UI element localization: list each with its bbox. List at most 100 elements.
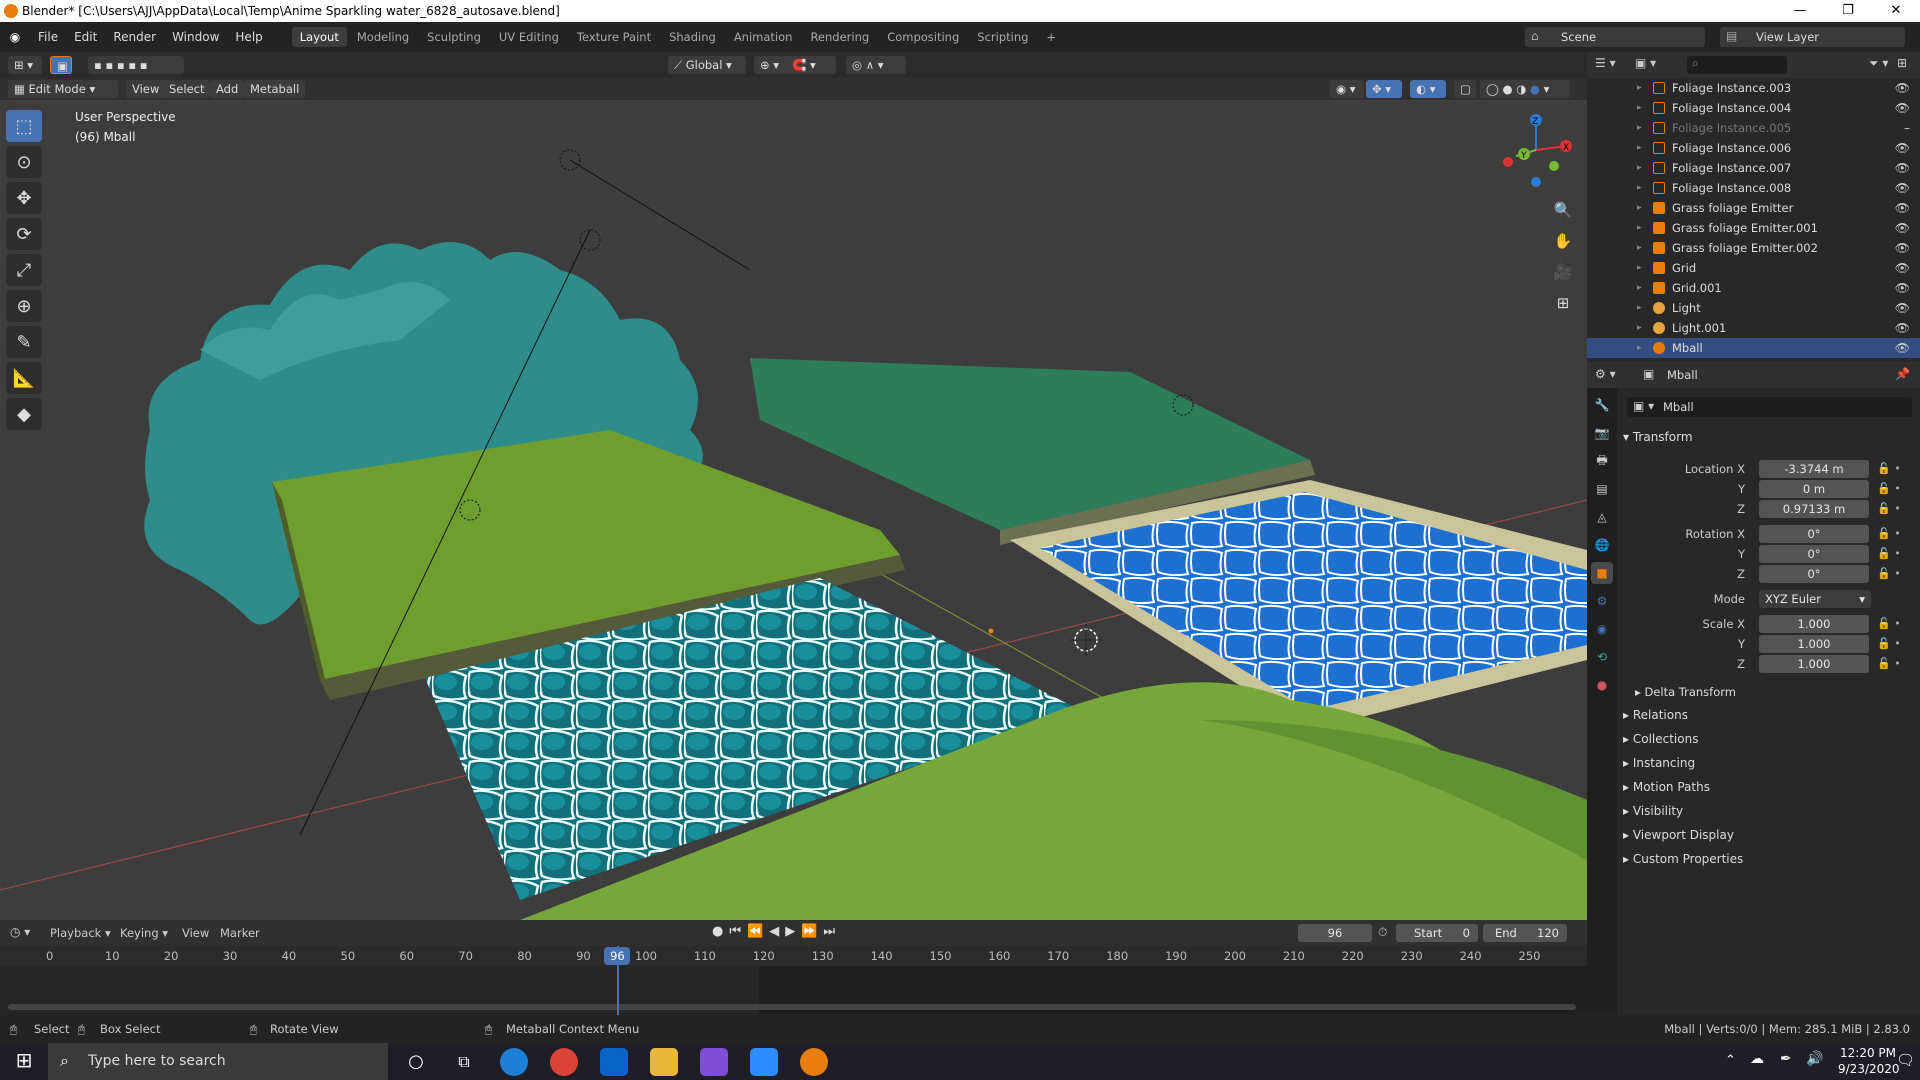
motion-paths-panel[interactable]: ▸ Motion Paths xyxy=(1623,780,1710,794)
selection-modes[interactable]: ▪ ▪ ▪ ▪ ▪ xyxy=(88,56,184,74)
annotate-tool-icon[interactable]: ✎ xyxy=(6,326,42,358)
visibility-eye-icon[interactable]: 👁 xyxy=(1895,238,1910,258)
outliner-row[interactable]: ▸ Foliage Instance.005 – xyxy=(1587,118,1920,138)
edge-icon[interactable] xyxy=(500,1048,528,1076)
move-tool-icon[interactable]: ✥ xyxy=(6,182,42,214)
grid-perspective-icon[interactable]: ⊞ xyxy=(1550,288,1576,319)
expand-arrow-icon[interactable]: ▸ xyxy=(1637,158,1642,178)
outliner-row[interactable]: ▸ Light 👁 xyxy=(1587,298,1920,318)
playback-controls[interactable]: ●⏮⏪◀▶⏩⏭ xyxy=(712,924,841,939)
pan-hand-icon[interactable]: ✋ xyxy=(1550,226,1576,257)
timeline-editor-icon[interactable]: ◷ ▾ xyxy=(10,925,30,939)
expand-arrow-icon[interactable]: ▸ xyxy=(1637,198,1642,218)
close-icon[interactable]: ✕ xyxy=(1876,0,1916,22)
location-y-field[interactable]: 0 m xyxy=(1759,480,1869,498)
expand-arrow-icon[interactable]: ▸ xyxy=(1637,218,1642,238)
location-x-field[interactable]: -3.3744 m xyxy=(1759,460,1869,478)
proportional-edit-dropdown[interactable]: ◎ ∧ ▾ xyxy=(846,56,906,74)
menu-keying[interactable]: Keying ▾ xyxy=(120,926,168,940)
menu-window[interactable]: Window xyxy=(164,30,227,44)
cortana-icon[interactable]: ○ xyxy=(402,1048,430,1076)
tab-texture-paint[interactable]: Texture Paint xyxy=(569,27,659,47)
blender-menu-icon[interactable]: ◉ xyxy=(0,30,30,44)
navigation-gizmo[interactable]: Z X Y xyxy=(1496,110,1576,190)
menu-playback[interactable]: Playback ▾ xyxy=(50,926,111,940)
view-layer-tab-icon[interactable]: ▤ xyxy=(1591,478,1613,500)
taskbar-search-box[interactable]: ⌕ Type here to search xyxy=(48,1043,388,1080)
scene-tab-icon[interactable]: ◬ xyxy=(1591,506,1613,528)
lock-icon[interactable]: 🔓 • xyxy=(1877,527,1901,540)
visibility-eye-icon[interactable]: 👁 xyxy=(1895,218,1910,238)
tab-uv-editing[interactable]: UV Editing xyxy=(491,27,567,47)
tab-shading[interactable]: Shading xyxy=(661,27,724,47)
taskbar-date[interactable]: 9/23/2020 xyxy=(1838,1062,1900,1076)
world-tab-icon[interactable]: 🌐 xyxy=(1591,534,1613,556)
pin-icon[interactable]: 📌 xyxy=(1895,367,1910,381)
collections-panel[interactable]: ▸ Collections xyxy=(1623,732,1698,746)
new-collection-icon[interactable]: ⊞ xyxy=(1897,56,1907,70)
rotation-mode-dropdown[interactable]: XYZ Euler ▾ xyxy=(1759,590,1871,608)
visibility-eye-icon[interactable]: 👁 xyxy=(1895,258,1910,278)
menu-metaball[interactable]: Metaball xyxy=(244,80,306,98)
constraints-tab-icon[interactable]: ⟲ xyxy=(1591,646,1613,668)
expand-arrow-icon[interactable]: ▸ xyxy=(1637,98,1642,118)
timeline-track[interactable] xyxy=(0,966,1587,1015)
outliner-row[interactable]: ▸ Foliage Instance.008 👁 xyxy=(1587,178,1920,198)
outliner-row[interactable]: ▸ Foliage Instance.006 👁 xyxy=(1587,138,1920,158)
expand-arrow-icon[interactable]: ▸ xyxy=(1637,138,1642,158)
minimize-icon[interactable]: — xyxy=(1780,0,1820,22)
taskbar-time[interactable]: 12:20 PM xyxy=(1838,1046,1898,1060)
outliner-row[interactable]: ▸ Foliage Instance.004 👁 xyxy=(1587,98,1920,118)
location-z-field[interactable]: 0.97133 m xyxy=(1759,500,1869,518)
menu-edit[interactable]: Edit xyxy=(66,30,105,44)
transform-tool-icon[interactable]: ⊕ xyxy=(6,290,42,322)
outliner-row[interactable]: ▸ Grid.001 👁 xyxy=(1587,278,1920,298)
start-frame-field[interactable]: Start 0 xyxy=(1396,924,1478,942)
tab-animation[interactable]: Animation xyxy=(726,27,801,47)
windows-start-icon[interactable]: ⊞ xyxy=(10,1048,38,1076)
cursor-tool-icon[interactable]: ⊙ xyxy=(6,146,42,178)
pen-icon[interactable]: ✒ xyxy=(1780,1051,1792,1067)
task-view-icon[interactable]: ⧉ xyxy=(450,1048,478,1076)
notification-icon[interactable]: 🗨 xyxy=(1896,1051,1915,1069)
tool-tab-icon[interactable]: 🔧 xyxy=(1591,394,1613,416)
visibility-eye-icon[interactable]: 👁 xyxy=(1895,78,1910,98)
snap-dropdown[interactable]: 🧲 ▾ xyxy=(786,56,836,74)
discord-icon[interactable] xyxy=(700,1048,728,1076)
lock-icon[interactable]: 🔓 • xyxy=(1877,617,1901,630)
blender-taskbar-icon[interactable] xyxy=(800,1048,828,1076)
outliner-row[interactable]: ▸ Grid 👁 xyxy=(1587,258,1920,278)
visibility-eye-icon[interactable]: 👁 xyxy=(1895,158,1910,178)
mail-icon[interactable] xyxy=(600,1048,628,1076)
visibility-eye-icon[interactable]: 👁 xyxy=(1895,318,1910,338)
outliner-row[interactable]: ▸ Light.001 👁 xyxy=(1587,318,1920,338)
lock-icon[interactable]: 🔓 • xyxy=(1877,547,1901,560)
lock-icon[interactable]: 🔓 • xyxy=(1877,567,1901,580)
measure-tool-icon[interactable]: 📐 xyxy=(6,362,42,394)
maximize-icon[interactable]: ❐ xyxy=(1828,0,1868,22)
menu-add[interactable]: Add xyxy=(210,80,245,98)
chrome-icon[interactable] xyxy=(550,1048,578,1076)
display-mode-icon[interactable]: ▣ ▾ xyxy=(1635,56,1656,70)
scale-z-field[interactable]: 1.000 xyxy=(1759,655,1869,673)
lock-icon[interactable]: 🔓 • xyxy=(1877,462,1901,475)
rotation-z-field[interactable]: 0° xyxy=(1759,565,1869,583)
relations-panel[interactable]: ▸ Relations xyxy=(1623,708,1688,722)
tab-sculpting[interactable]: Sculpting xyxy=(419,27,489,47)
3d-viewport[interactable]: User Perspective (96) Mball Z X Y 🔍 ✋ 🎥 … xyxy=(0,100,1587,920)
lock-icon[interactable]: 🔓 • xyxy=(1877,482,1901,495)
tab-rendering[interactable]: Rendering xyxy=(802,27,877,47)
scale-x-field[interactable]: 1.000 xyxy=(1759,615,1869,633)
select-mode-icon[interactable]: ▣ xyxy=(50,56,72,74)
menu-marker[interactable]: Marker xyxy=(220,926,260,940)
tab-layout[interactable]: Layout xyxy=(291,27,347,47)
visibility-eye-icon[interactable]: 👁 xyxy=(1895,298,1910,318)
menu-timeline-view[interactable]: View xyxy=(182,926,209,940)
scene-selector[interactable]: ⌂ Scene xyxy=(1525,27,1705,47)
expand-arrow-icon[interactable]: ▸ xyxy=(1637,318,1642,338)
view-layer-selector[interactable]: ▤ View Layer xyxy=(1720,27,1905,47)
lock-icon[interactable]: 🔓 • xyxy=(1877,502,1901,515)
timeline-scrollbar[interactable] xyxy=(8,1004,1576,1010)
visibility-eye-icon[interactable]: 👁 xyxy=(1895,338,1910,358)
outliner-row[interactable]: ▸ Mball 👁 xyxy=(1587,338,1920,358)
